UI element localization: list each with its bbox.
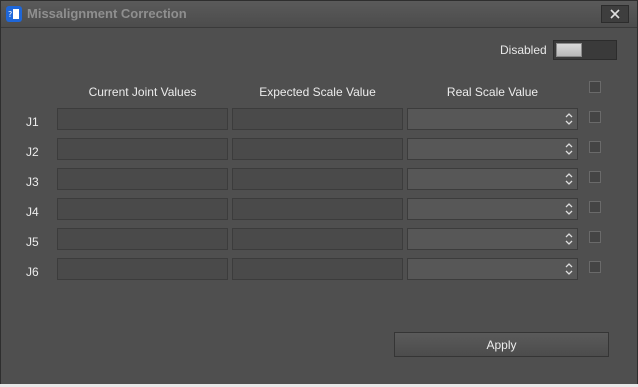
j5-current-joint-field [57,228,228,250]
j1-expected-scale-field [232,108,403,130]
row-label-j4: J4 [26,205,39,219]
column-header-current-joint-values: Current Joint Values [88,85,197,99]
spin-arrows-icon[interactable] [563,170,575,188]
spin-arrows-icon[interactable] [563,200,575,218]
toggle-label: Disabled [500,43,547,57]
dialog-window: ? Missalignment Correction [0,0,638,387]
svg-text:?: ? [8,10,12,19]
row-label-j6: J6 [26,265,39,279]
j4-current-joint-field [57,198,228,220]
j3-current-joint-field [57,168,228,190]
j4-expected-scale-field [232,198,403,220]
j2-real-scale-spinbox[interactable] [407,138,578,160]
apply-button[interactable]: Apply [394,332,609,357]
j1-real-scale-spinbox[interactable] [407,108,578,130]
j5-expected-scale-field [232,228,403,250]
j2-current-joint-field [57,138,228,160]
title-bar: ? Missalignment Correction [1,1,637,28]
spin-arrows-icon[interactable] [563,140,575,158]
j1-current-joint-field [57,108,228,130]
close-icon [610,9,620,19]
j6-current-joint-field [57,258,228,280]
j6-checkbox[interactable] [589,261,601,273]
close-button[interactable] [601,5,629,23]
j4-checkbox[interactable] [589,201,601,213]
toggle-knob[interactable] [556,43,582,57]
column-header-expected-scale-value: Expected Scale Value [259,85,376,99]
j5-real-scale-spinbox[interactable] [407,228,578,250]
j3-expected-scale-field [232,168,403,190]
column-header-real-scale-value: Real Scale Value [446,85,539,99]
j3-checkbox[interactable] [589,171,601,183]
app-icon: ? [6,6,22,22]
j6-real-scale-spinbox[interactable] [407,258,578,280]
j4-real-scale-spinbox[interactable] [407,198,578,220]
j2-checkbox[interactable] [589,141,601,153]
spin-arrows-icon[interactable] [563,260,575,278]
enable-toggle[interactable] [553,40,617,60]
spin-arrows-icon[interactable] [563,110,575,128]
select-all-checkbox[interactable] [589,81,601,93]
row-label-j3: J3 [26,175,39,189]
j1-checkbox[interactable] [589,111,601,123]
row-label-j2: J2 [26,145,39,159]
j3-real-scale-spinbox[interactable] [407,168,578,190]
spin-arrows-icon[interactable] [563,230,575,248]
j2-expected-scale-field [232,138,403,160]
row-label-j5: J5 [26,235,39,249]
j5-checkbox[interactable] [589,231,601,243]
window-title: Missalignment Correction [27,6,187,21]
row-label-j1: J1 [26,115,39,129]
j6-expected-scale-field [232,258,403,280]
